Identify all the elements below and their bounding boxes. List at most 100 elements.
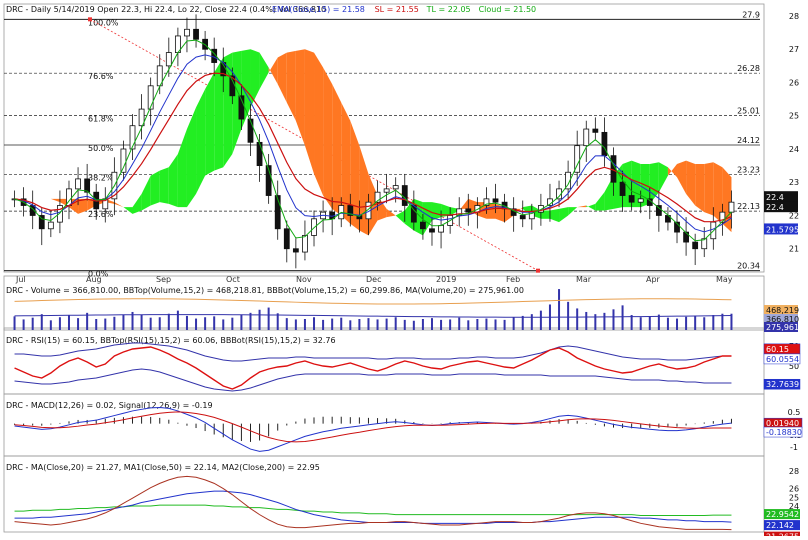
volume-bar [358, 319, 361, 330]
volume-bar [340, 317, 343, 330]
price-axis-tick: 23 [789, 178, 799, 187]
candle-body [84, 178, 91, 193]
volume-bar [22, 319, 25, 330]
price-axis-tick: 21 [789, 245, 799, 254]
volume-bar [376, 319, 379, 330]
volume-bar [539, 310, 542, 330]
x-axis-label: Mar [576, 275, 592, 284]
volume-bar [648, 316, 651, 330]
volume-bar [412, 320, 415, 330]
candle-body [429, 228, 435, 233]
cloud-segment-green [196, 89, 206, 194]
rsi-line [14, 346, 732, 390]
cloud-segment-orange [295, 49, 305, 146]
volume-bar [213, 316, 216, 330]
volume-bar [331, 318, 334, 330]
price-legend-item: Cloud = 21.50 [479, 5, 537, 14]
volume-bar [476, 319, 479, 330]
volume-bar [77, 318, 80, 330]
price-legend-item: SL = 21.55 [375, 5, 419, 14]
cloud-segment-orange [577, 205, 587, 208]
cloud-segment-orange [286, 50, 296, 121]
cloud-segment-green [159, 167, 169, 204]
ma-title: DRC - MA(Close,20) = 21.27, MA1(Close,50… [6, 463, 320, 472]
candle-body [438, 225, 444, 233]
candle-body [120, 148, 127, 173]
candle-body [601, 131, 608, 157]
volume-bar [630, 315, 633, 330]
fib-level-value: 25.01 [737, 106, 760, 115]
cloud-segment-orange [677, 160, 687, 194]
volume-ma-line [14, 314, 732, 318]
cloud-segment-orange [667, 163, 678, 178]
price-axis-tick: 25 [789, 112, 799, 121]
volume-bar [294, 319, 297, 330]
ma20-line [14, 475, 732, 531]
cloud-segment-orange [323, 67, 333, 209]
volume-bar [576, 308, 579, 330]
volume-bar [231, 317, 234, 330]
x-axis-label: 2019 [436, 275, 456, 284]
candle-body [420, 221, 426, 230]
fib-level-label: 50.0% [88, 144, 114, 153]
candle-body [283, 228, 290, 250]
fib-level-label: 38.2% [88, 174, 114, 183]
volume-bar [149, 317, 152, 330]
volume-bar [440, 319, 443, 330]
candle-body [383, 188, 390, 193]
technical-analysis-chart: DRC - Daily 5/14/2019 Open 22.3, Hi 22.4… [3, 3, 803, 540]
volume-bar [666, 317, 669, 330]
volume-bar [285, 318, 288, 330]
fib-level-value: 24.12 [737, 136, 760, 145]
cloud-segment-green [186, 107, 197, 208]
volume-bar [249, 312, 252, 330]
volume-bar [367, 318, 370, 330]
price-axis-tick: 26 [789, 78, 799, 87]
candle-body [75, 178, 81, 190]
price-legend-item: EMA(Close,15) = 21.58 [272, 5, 365, 14]
candle-body [637, 198, 644, 203]
cloud-segment-orange [50, 198, 60, 203]
candle-body [728, 201, 735, 213]
candle-body [292, 248, 299, 253]
rsi-title: DRC - RSI(15) = 60.15, BBTop(RSI(15),15,… [6, 336, 336, 345]
volume-bar [612, 309, 615, 330]
cloud-segment-green [141, 175, 151, 211]
rsi-value-label: 60.0554 [766, 355, 799, 364]
volume-value-label: 468,219 [766, 306, 799, 315]
rsi-value-label: 60.15 [766, 345, 789, 354]
x-axis-label: Feb [506, 275, 520, 284]
price-axis-tick: 24 [789, 145, 799, 154]
cloud-segment-orange [704, 162, 714, 216]
candle-body [193, 28, 199, 40]
candle-body [683, 231, 689, 243]
volume-bar [585, 311, 588, 330]
price-axis-tick: 22 [789, 211, 799, 220]
cloud-segment-green [259, 52, 269, 90]
cloud-segment-green [205, 72, 215, 176]
macd-axis-tick: -1 [790, 443, 798, 452]
cloud-segment-green [395, 210, 405, 224]
volume-bar [140, 314, 143, 330]
price-legend-item: TL = 22.05 [426, 5, 471, 14]
volume-bar [349, 320, 352, 330]
volume-bar [639, 317, 642, 330]
volume-bar [657, 314, 660, 330]
volume-value-label: 275,961 [766, 323, 799, 332]
volume-bar [721, 313, 724, 330]
volume-bar [394, 317, 397, 330]
cloud-segment-green [150, 170, 160, 206]
volume-bar [512, 317, 515, 330]
volume-bar [303, 319, 306, 330]
ma-axis-tick: 28 [789, 467, 799, 476]
candle-body [465, 208, 472, 213]
candle-body [628, 195, 635, 203]
cloud-segment-orange [268, 57, 278, 85]
candle-body [47, 221, 54, 230]
cloud-segment-green [177, 129, 187, 208]
volume-bar [503, 319, 506, 330]
stock-chart-window: DRC - Daily 5/14/2019 Open 22.3, Hi 22.4… [0, 0, 808, 540]
candle-body [184, 28, 190, 37]
pane-frame [3, 3, 765, 273]
volume-bar [403, 319, 406, 330]
